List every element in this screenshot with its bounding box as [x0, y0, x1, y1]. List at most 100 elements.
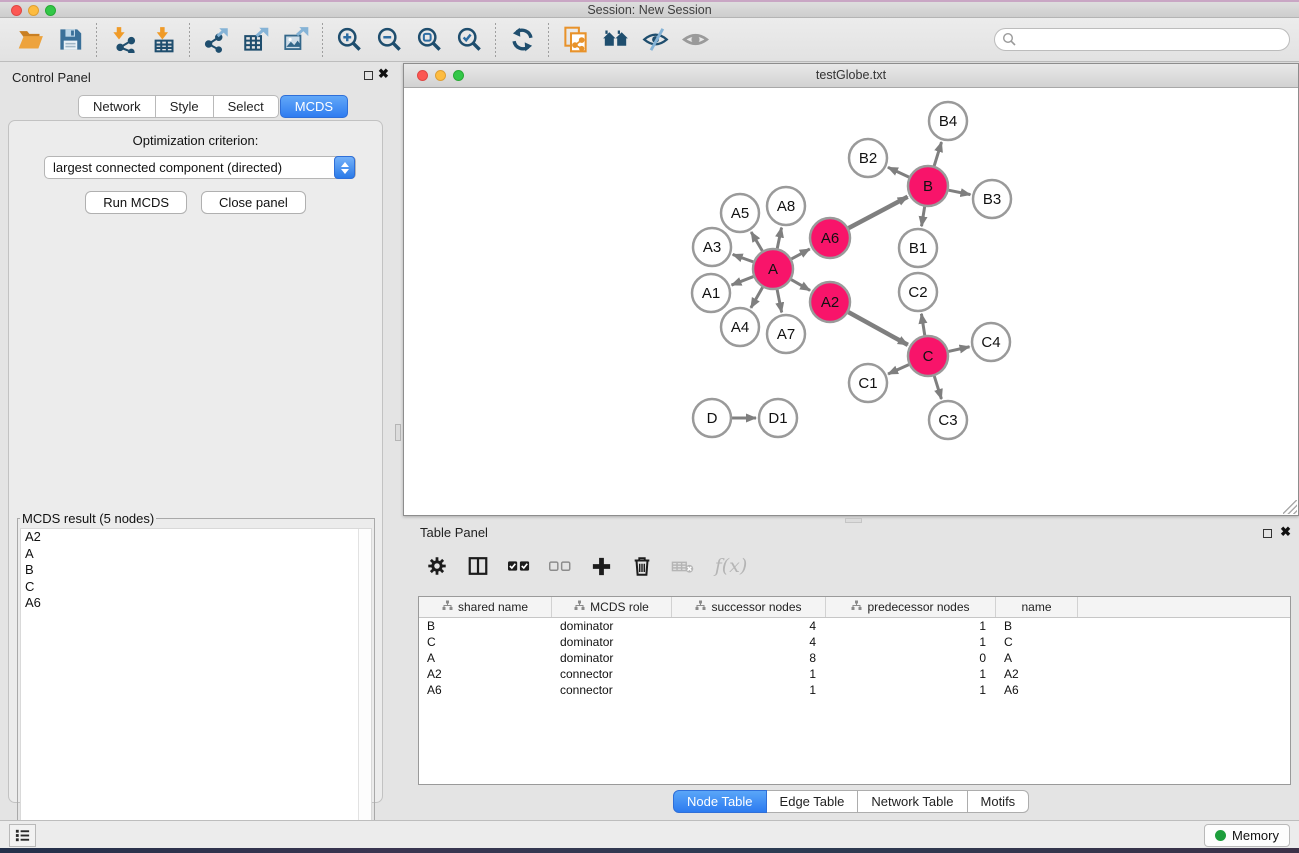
- table-cell[interactable]: A: [996, 650, 1078, 666]
- table-cell[interactable]: dominator: [552, 618, 672, 634]
- clone-network-button[interactable]: [555, 22, 595, 58]
- edge-A-A8[interactable]: [777, 228, 781, 249]
- node-D1[interactable]: D1: [759, 399, 797, 437]
- node-A[interactable]: A: [753, 249, 793, 289]
- zoom-in-button[interactable]: [329, 22, 369, 58]
- table-row[interactable]: Bdominator41B: [419, 618, 1290, 634]
- close-panel-icon[interactable]: ✖: [378, 66, 389, 82]
- table-cell[interactable]: 1: [826, 634, 996, 650]
- node-A4[interactable]: A4: [721, 308, 759, 346]
- network-canvas[interactable]: B4B2BB3A5A8A6A3B1AA1C2A2A4A7CC4C1DD1C3: [404, 88, 1298, 515]
- table-cell[interactable]: A: [419, 650, 552, 666]
- tab-network-table[interactable]: Network Table: [858, 790, 967, 813]
- table-cell[interactable]: dominator: [552, 650, 672, 666]
- float-table-panel-icon[interactable]: [1263, 529, 1272, 538]
- result-list-item[interactable]: C: [21, 579, 371, 596]
- table-cell[interactable]: connector: [552, 682, 672, 698]
- result-list-item[interactable]: A: [21, 546, 371, 563]
- node-B4[interactable]: B4: [929, 102, 967, 140]
- node-C1[interactable]: C1: [849, 364, 887, 402]
- open-session-button[interactable]: [10, 22, 50, 58]
- select-all-button[interactable]: [506, 553, 532, 579]
- float-panel-icon[interactable]: [364, 71, 373, 80]
- table-cell[interactable]: B: [419, 618, 552, 634]
- toggle-birdseye-button[interactable]: [675, 22, 715, 58]
- table-cell[interactable]: 0: [826, 650, 996, 666]
- table-row[interactable]: A2connector11A2: [419, 666, 1290, 682]
- edge-A-A3[interactable]: [733, 254, 754, 261]
- table-row[interactable]: Adominator80A: [419, 650, 1290, 666]
- export-network-button[interactable]: [196, 22, 236, 58]
- node-B2[interactable]: B2: [849, 139, 887, 177]
- result-list-item[interactable]: B: [21, 562, 371, 579]
- edge-A-A4[interactable]: [751, 287, 763, 308]
- close-panel-button[interactable]: Close panel: [201, 191, 306, 214]
- node-A7[interactable]: A7: [767, 315, 805, 353]
- tab-style[interactable]: Style: [156, 95, 214, 118]
- add-column-button[interactable]: [588, 553, 614, 579]
- table-cell[interactable]: A6: [419, 682, 552, 698]
- column-header-shared-name[interactable]: shared name: [419, 597, 552, 617]
- table-cell[interactable]: A2: [419, 666, 552, 682]
- close-table-panel-icon[interactable]: ✖: [1280, 524, 1291, 540]
- search-input[interactable]: [994, 28, 1290, 51]
- resize-grip-icon[interactable]: [1283, 500, 1297, 514]
- table-cell[interactable]: 8: [672, 650, 826, 666]
- criterion-select[interactable]: largest connected component (directed): [44, 156, 356, 179]
- edge-B-B3[interactable]: [949, 190, 971, 194]
- result-list-item[interactable]: A2: [21, 529, 371, 546]
- node-C[interactable]: C: [908, 336, 948, 376]
- node-D[interactable]: D: [693, 399, 731, 437]
- import-table-button[interactable]: [143, 22, 183, 58]
- tab-select[interactable]: Select: [214, 95, 279, 118]
- node-A6[interactable]: A6: [810, 218, 850, 258]
- column-header-name[interactable]: name: [996, 597, 1078, 617]
- table-cell[interactable]: 1: [672, 682, 826, 698]
- edge-C-C3[interactable]: [934, 376, 941, 399]
- table-cell[interactable]: 1: [672, 666, 826, 682]
- tab-network[interactable]: Network: [78, 95, 156, 118]
- edge-A6-B[interactable]: [849, 197, 908, 228]
- node-C3[interactable]: C3: [929, 401, 967, 439]
- table-cell[interactable]: 4: [672, 634, 826, 650]
- table-cell[interactable]: 1: [826, 666, 996, 682]
- result-scrollbar[interactable]: [358, 529, 371, 849]
- edge-A-A5[interactable]: [751, 232, 762, 251]
- table-settings-button[interactable]: [424, 553, 450, 579]
- table-cell[interactable]: connector: [552, 666, 672, 682]
- table-cell[interactable]: B: [996, 618, 1078, 634]
- column-header-predecessor-nodes[interactable]: predecessor nodes: [826, 597, 996, 617]
- node-B3[interactable]: B3: [973, 180, 1011, 218]
- node-C2[interactable]: C2: [899, 273, 937, 311]
- run-mcds-button[interactable]: Run MCDS: [85, 191, 187, 214]
- zoom-out-button[interactable]: [369, 22, 409, 58]
- edge-A-A2[interactable]: [791, 280, 810, 291]
- node-A1[interactable]: A1: [692, 274, 730, 312]
- zoom-fit-button[interactable]: [409, 22, 449, 58]
- table-cell[interactable]: C: [996, 634, 1078, 650]
- edge-C-C1[interactable]: [888, 365, 909, 374]
- network-window-titlebar[interactable]: testGlobe.txt: [404, 64, 1298, 88]
- table-cell[interactable]: 1: [826, 618, 996, 634]
- delete-column-button[interactable]: [629, 553, 655, 579]
- edge-C-C2[interactable]: [921, 314, 924, 336]
- refresh-button[interactable]: [502, 22, 542, 58]
- show-all-panels-button[interactable]: [595, 22, 635, 58]
- save-session-button[interactable]: [50, 22, 90, 58]
- export-table-button[interactable]: [236, 22, 276, 58]
- node-A2[interactable]: A2: [810, 282, 850, 322]
- node-B[interactable]: B: [908, 166, 948, 206]
- tab-motifs[interactable]: Motifs: [968, 790, 1030, 813]
- table-row[interactable]: Cdominator41C: [419, 634, 1290, 650]
- import-network-button[interactable]: [103, 22, 143, 58]
- node-C4[interactable]: C4: [972, 323, 1010, 361]
- export-image-button[interactable]: [276, 22, 316, 58]
- function-builder-button[interactable]: f(x): [711, 553, 751, 579]
- node-A5[interactable]: A5: [721, 194, 759, 232]
- tab-mcds[interactable]: MCDS: [280, 95, 348, 118]
- split-divider-handle[interactable]: [395, 424, 401, 441]
- table-cell[interactable]: 4: [672, 618, 826, 634]
- column-header-MCDS-role[interactable]: MCDS role: [552, 597, 672, 617]
- delete-table-button[interactable]: [670, 553, 696, 579]
- node-B1[interactable]: B1: [899, 229, 937, 267]
